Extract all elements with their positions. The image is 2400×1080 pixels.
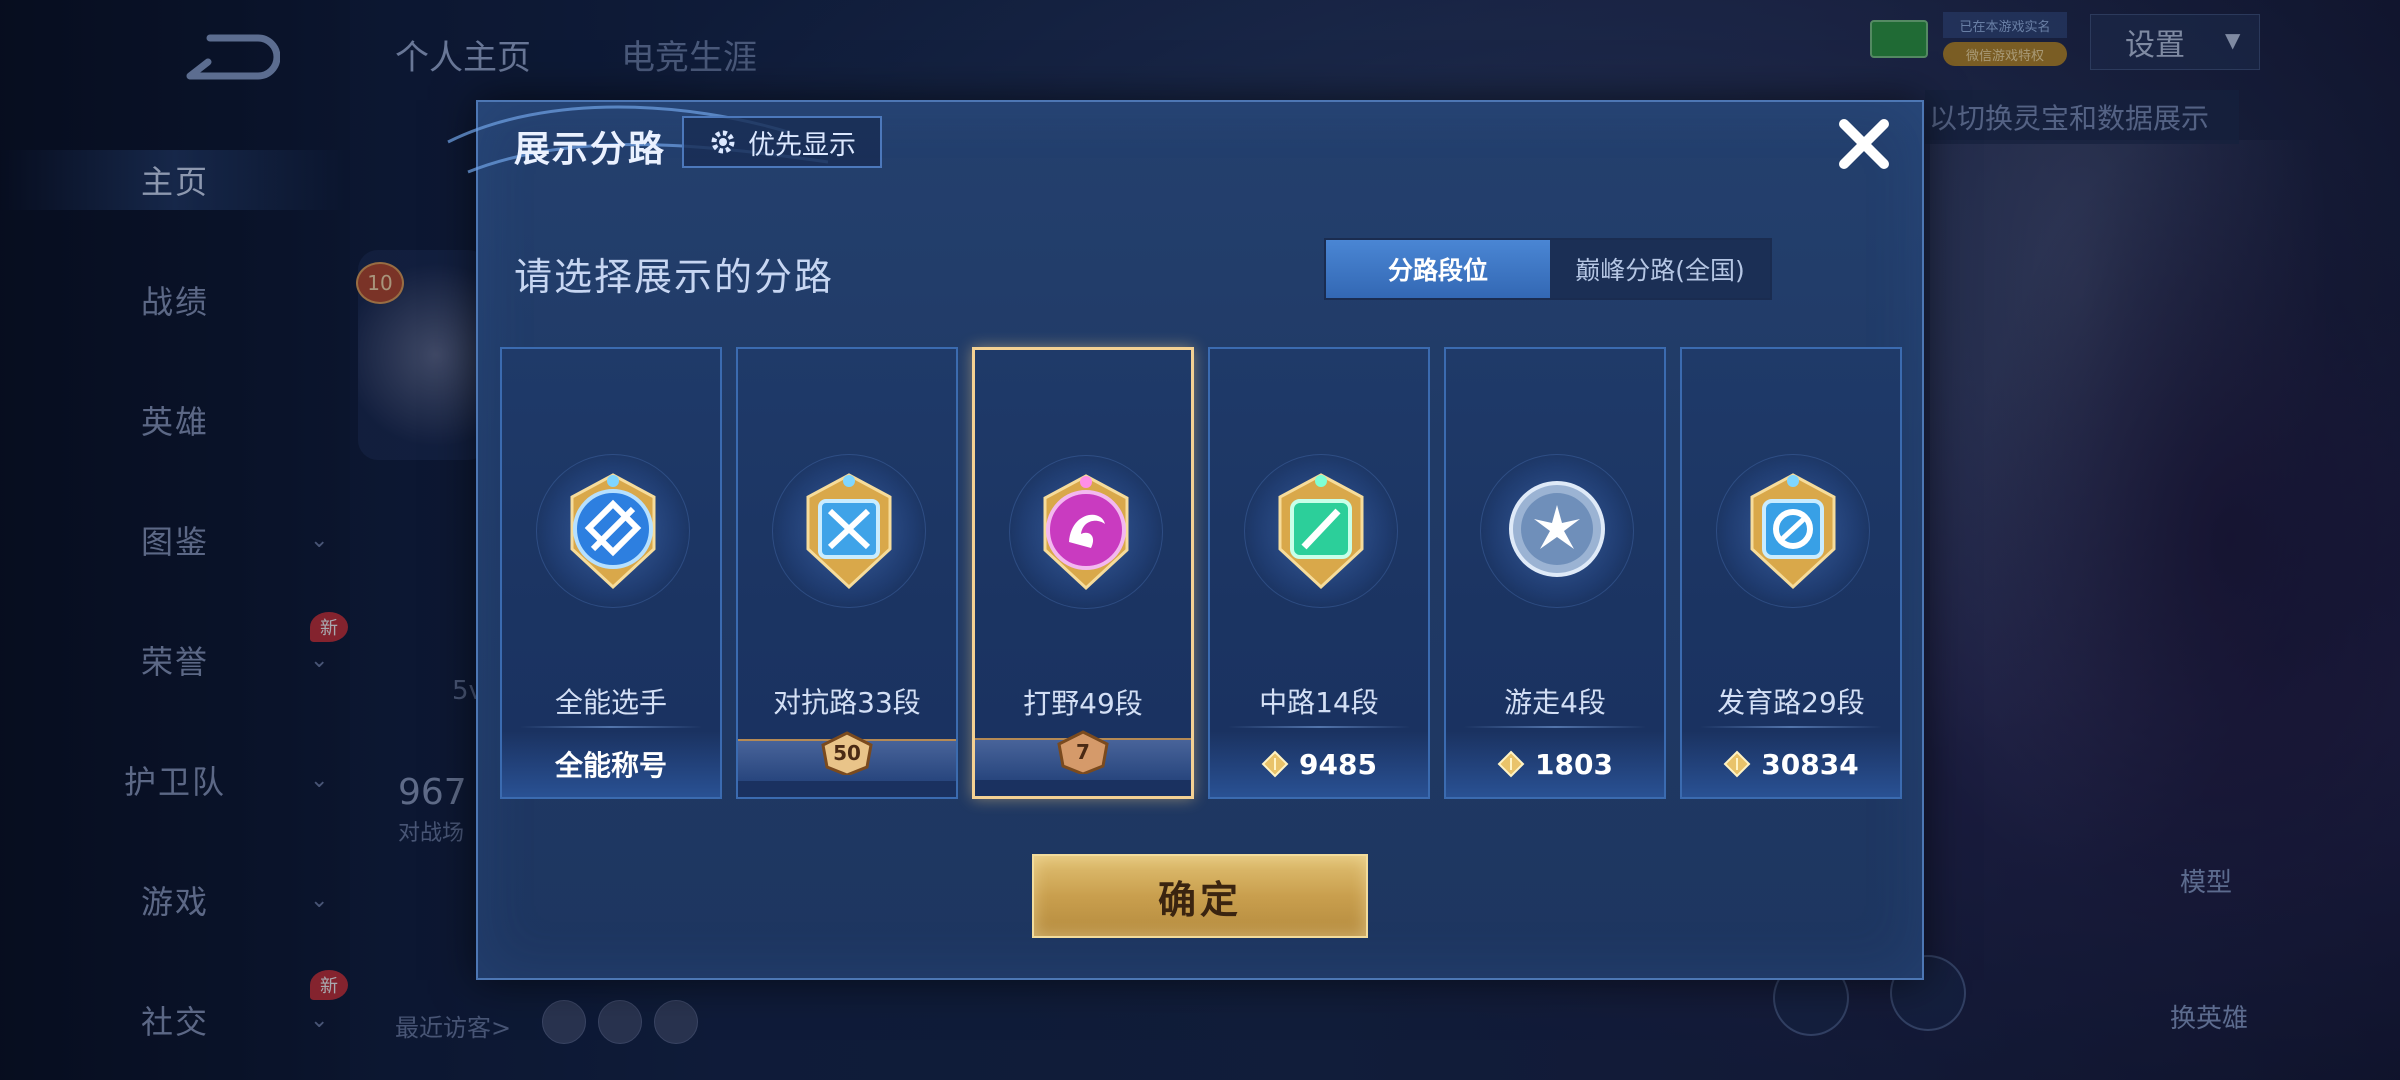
points-icon: [1261, 750, 1289, 778]
close-button[interactable]: [1832, 112, 1896, 176]
peak-points: 9485: [1210, 731, 1428, 797]
mid-lane-badge-icon: [1278, 473, 1364, 590]
divider: [1700, 726, 1882, 728]
close-icon: [1839, 119, 1889, 169]
confirm-button[interactable]: 确定: [1032, 854, 1368, 938]
peak-points: 1803: [1446, 731, 1664, 797]
route-card-allround[interactable]: 全能选手 全能称号: [500, 347, 722, 799]
route-card-roam[interactable]: 游走4段 1803: [1444, 347, 1666, 799]
divider: [1464, 726, 1646, 728]
farm-lane-badge-icon: [1750, 473, 1836, 590]
route-label: 对抗路33段: [773, 686, 921, 719]
route-card-farm-lane[interactable]: 发育路29段 30834: [1680, 347, 1902, 799]
star-count: 7: [1076, 740, 1090, 764]
tab-peak-route[interactable]: 巅峰分路(全国): [1550, 240, 1770, 298]
rank-stars: 7: [975, 730, 1191, 796]
tab-route-rank[interactable]: 分路段位: [1326, 240, 1550, 298]
route-label: 游走4段: [1504, 686, 1606, 719]
star-count: 50: [833, 741, 861, 765]
points-icon: [1497, 750, 1525, 778]
points-icon: [1723, 750, 1751, 778]
allround-title: 全能称号: [502, 731, 720, 797]
peak-points: 30834: [1682, 731, 1900, 797]
points-value: 1803: [1535, 747, 1613, 781]
rank-type-toggle: 分路段位 巅峰分路(全国): [1324, 238, 1772, 300]
priority-display-button[interactable]: 优先显示: [682, 116, 882, 168]
route-card-mid-lane[interactable]: 中路14段 9485: [1208, 347, 1430, 799]
route-card-jungle[interactable]: 打野49段 7: [972, 347, 1194, 799]
priority-display-label: 优先显示: [748, 129, 856, 161]
route-display-dialog: 展示分路 优先显示 请选择展示的分路 分路段位 巅峰分路(全国) 全能选手 全能…: [447, 100, 1924, 980]
route-label: 发育路29段: [1717, 686, 1865, 719]
section-title: 请选择展示的分路: [514, 255, 835, 299]
points-value: 30834: [1761, 747, 1859, 781]
title-text: 全能称号: [554, 749, 667, 782]
route-label: 全能选手: [554, 686, 667, 719]
route-label: 中路14段: [1259, 686, 1379, 719]
divider: [520, 726, 702, 728]
allround-rank-badge-icon: [570, 473, 656, 590]
route-card-clash-lane[interactable]: 对抗路33段 50: [736, 347, 958, 799]
points-value: 9485: [1299, 747, 1377, 781]
rank-stars: 50: [738, 731, 956, 797]
clash-lane-badge-icon: [806, 473, 892, 590]
roam-badge-icon: [1509, 481, 1605, 577]
divider: [1228, 726, 1410, 728]
dialog-title: 展示分路: [514, 129, 667, 170]
route-label: 打野49段: [1023, 687, 1143, 720]
jungle-badge-icon: [1043, 474, 1129, 591]
route-cards: 全能选手 全能称号 对抗路33段 50 打野49段 7 中路14段 9485 游…: [500, 347, 1904, 799]
gear-icon: [711, 130, 735, 154]
